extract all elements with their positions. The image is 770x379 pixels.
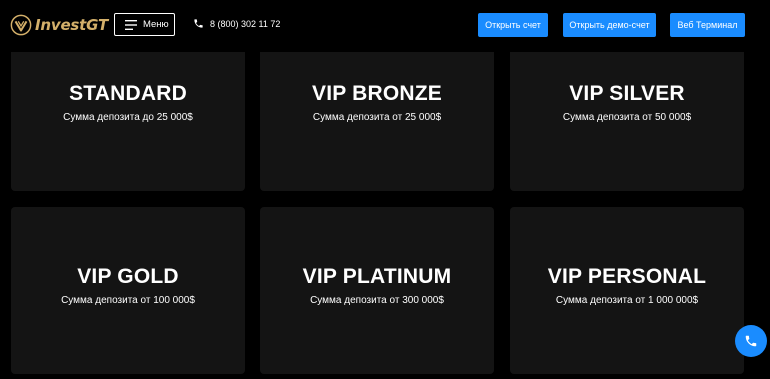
account-card-vip-platinum[interactable]: VIP PLATINUM Сумма депозита от 300 000$ <box>260 207 494 374</box>
top-header: InvestGT Меню 8 (800) 302 11 72 Открыть … <box>0 0 770 52</box>
investgt-logo-icon <box>10 14 32 36</box>
account-card-standard[interactable]: STANDARD Сумма депозита до 25 000$ <box>11 40 245 191</box>
account-card-title: VIP GOLD <box>77 265 179 288</box>
phone-icon <box>194 19 203 28</box>
account-card-title: STANDARD <box>69 82 187 105</box>
account-card-vip-gold[interactable]: VIP GOLD Сумма депозита от 100 000$ <box>11 207 245 374</box>
account-card-title: VIP PLATINUM <box>302 265 452 288</box>
menu-button-label: Меню <box>143 19 169 30</box>
account-card-vip-personal[interactable]: VIP PERSONAL Сумма депозита от 1 000 000… <box>510 207 744 374</box>
phone-number: 8 (800) 302 11 72 <box>210 18 281 29</box>
account-card-subtitle: Сумма депозита от 50 000$ <box>562 112 692 123</box>
logo[interactable]: InvestGT <box>10 13 108 37</box>
account-card-title: VIP PERSONAL <box>547 265 707 288</box>
account-card-subtitle: Сумма депозита от 300 000$ <box>310 295 444 306</box>
account-card-title: VIP BRONZE <box>312 82 442 105</box>
account-card-subtitle: Сумма депозита от 1 000 000$ <box>555 295 699 306</box>
web-terminal-button-label: Веб Терминал <box>677 20 738 30</box>
open-demo-account-button[interactable]: Открыть демо-счет <box>563 13 656 37</box>
account-card-subtitle: Сумма депозита до 25 000$ <box>63 112 193 123</box>
account-card-subtitle: Сумма депозита от 25 000$ <box>312 112 442 123</box>
open-account-button[interactable]: Открыть счет <box>478 13 548 37</box>
web-terminal-button[interactable]: Веб Терминал <box>670 13 745 37</box>
call-button[interactable] <box>735 325 767 357</box>
open-demo-account-button-label: Открыть демо-счет <box>569 20 650 30</box>
logo-text: InvestGT <box>35 16 108 34</box>
menu-button[interactable]: Меню <box>114 13 175 36</box>
account-card-vip-bronze[interactable]: VIP BRONZE Сумма депозита от 25 000$ <box>260 40 494 191</box>
phone-icon <box>745 335 757 347</box>
account-card-subtitle: Сумма депозита от 100 000$ <box>61 295 195 306</box>
account-card-vip-silver[interactable]: VIP SILVER Сумма депозита от 50 000$ <box>510 40 744 191</box>
account-card-title: VIP SILVER <box>569 82 685 105</box>
open-account-button-label: Открыть счет <box>485 20 541 30</box>
page: STANDARD Сумма депозита до 25 000$ VIP B… <box>0 0 770 379</box>
phone-link[interactable]: 8 (800) 302 11 72 <box>193 18 280 29</box>
hamburger-icon <box>125 19 137 30</box>
